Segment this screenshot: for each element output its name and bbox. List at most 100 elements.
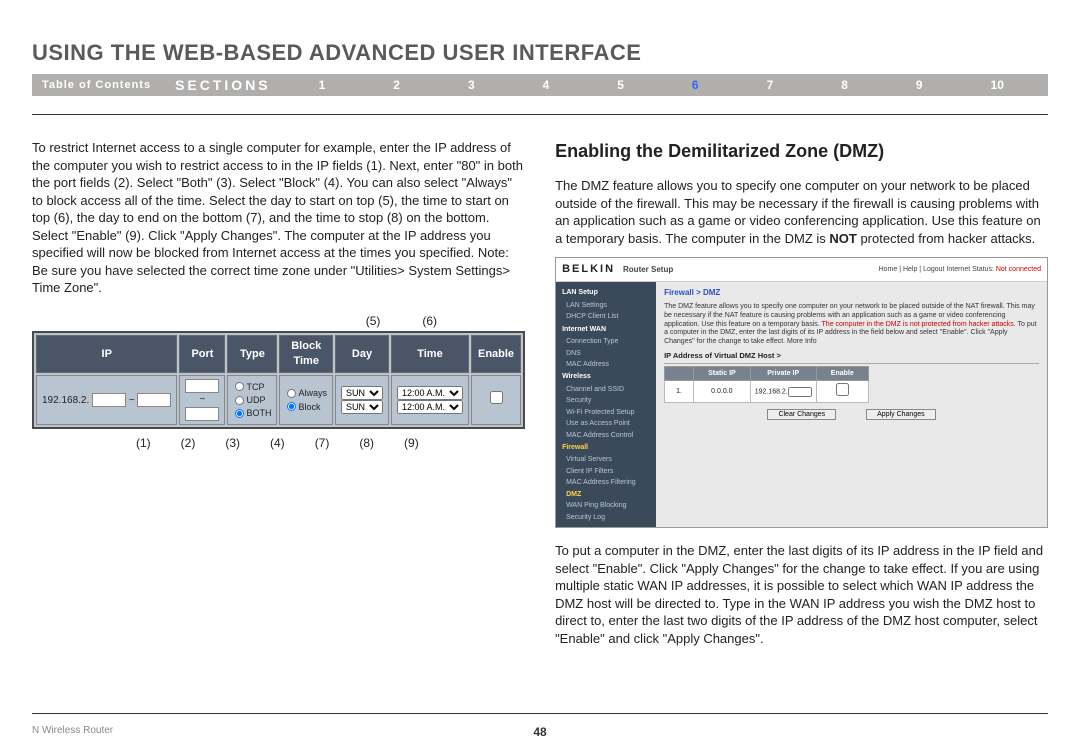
- always-radio[interactable]: [287, 389, 296, 398]
- type-tcp-radio[interactable]: [235, 382, 244, 391]
- callout-8: (8): [359, 435, 374, 451]
- th-blank: [665, 367, 694, 381]
- toc-link[interactable]: Table of Contents: [32, 79, 161, 91]
- static-ip-val: 0.0.0.0: [694, 381, 751, 402]
- always-label: Always: [298, 387, 327, 399]
- ip-filter-table: IP Port Type Block Time Day Time Enable …: [32, 331, 525, 429]
- type-both-radio[interactable]: [235, 409, 244, 418]
- nav-security[interactable]: Security: [556, 395, 656, 406]
- nav-mac-ctrl[interactable]: MAC Address Control: [556, 430, 656, 441]
- section-link-7[interactable]: 7: [767, 78, 774, 92]
- section-link-2[interactable]: 2: [393, 78, 400, 92]
- page-title: USING THE WEB-BASED ADVANCED USER INTERF…: [32, 40, 1048, 66]
- type-tcp-label: TCP: [246, 381, 264, 393]
- nav-ap[interactable]: Use as Access Point: [556, 418, 656, 429]
- nav-dmz[interactable]: DMZ: [556, 489, 656, 500]
- type-udp-radio[interactable]: [235, 396, 244, 405]
- nav-mac[interactable]: MAC Address: [556, 359, 656, 370]
- col-blocktime: Block Time: [279, 335, 333, 373]
- nav-wps[interactable]: Wi-Fi Protected Setup: [556, 407, 656, 418]
- section-link-5[interactable]: 5: [617, 78, 624, 92]
- nav-wan-ping[interactable]: WAN Ping Blocking: [556, 500, 656, 511]
- shot-header: BELKIN Router Setup Home | Help | Logout…: [556, 258, 1047, 282]
- time-start-select[interactable]: 12:00 A.M.: [397, 386, 463, 400]
- nav-mac-filter[interactable]: MAC Address Filtering: [556, 477, 656, 488]
- port-end-field[interactable]: [185, 407, 219, 421]
- sections-label: SECTIONS: [161, 77, 285, 93]
- time-cell: 12:00 A.M. 12:00 A.M.: [391, 375, 469, 426]
- section-navbar: Table of Contents SECTIONS 1 2 3 4 5 6 7…: [32, 74, 1048, 96]
- topright-links[interactable]: Home | Help | Logout Internet Status:: [879, 266, 996, 273]
- section-link-6[interactable]: 6: [692, 78, 699, 92]
- block-radio[interactable]: [287, 402, 296, 411]
- callout-3: (3): [225, 435, 240, 451]
- nav-lan-setup: LAN Setup: [556, 286, 656, 299]
- nav-channel-ssid[interactable]: Channel and SSID: [556, 384, 656, 395]
- section-link-8[interactable]: 8: [841, 78, 848, 92]
- enable-checkbox[interactable]: [490, 391, 503, 404]
- left-column: To restrict Internet access to a single …: [32, 139, 525, 657]
- client-ip-filter-figure: (5) (6) IP Port Type Block Time Day Time…: [32, 313, 525, 452]
- dmz-not: NOT: [829, 231, 856, 246]
- section-link-3[interactable]: 3: [468, 78, 475, 92]
- nav-dhcp-client[interactable]: DHCP Client List: [556, 311, 656, 322]
- nav-wireless: Wireless: [556, 370, 656, 383]
- footer-right: [1045, 725, 1048, 736]
- brand-label: BELKIN: [562, 262, 615, 277]
- shot-desc-warn: The computer in the DMZ is not protected…: [822, 321, 1016, 328]
- nav-internet-wan: Internet WAN: [556, 323, 656, 336]
- enable-cell: [471, 375, 521, 426]
- section-link-10[interactable]: 10: [991, 78, 1004, 92]
- apply-changes-button[interactable]: Apply Changes: [866, 409, 935, 420]
- port-start-field[interactable]: [185, 379, 219, 393]
- private-ip-cell: 192.168.2.: [750, 381, 816, 402]
- callout-9: (9): [404, 435, 419, 451]
- callout-6: (6): [422, 313, 437, 329]
- ip-end-field[interactable]: [137, 393, 171, 407]
- col-ip: IP: [36, 335, 177, 373]
- breadcrumb: Firewall > DMZ: [664, 288, 1039, 299]
- ip-start-field[interactable]: [92, 393, 126, 407]
- shot-sidebar: LAN Setup LAN Settings DHCP Client List …: [556, 282, 656, 527]
- nav-sec-log[interactable]: Security Log: [556, 512, 656, 523]
- footer: N Wireless Router 48: [32, 725, 1048, 736]
- section-numbers: 1 2 3 4 5 6 7 8 9 10: [285, 78, 1048, 92]
- footer-left: N Wireless Router: [32, 725, 113, 736]
- nav-client-ip[interactable]: Client IP Filters: [556, 466, 656, 477]
- col-type: Type: [227, 335, 277, 373]
- nav-dns[interactable]: DNS: [556, 348, 656, 359]
- divider-top: [32, 114, 1048, 115]
- port-cell: ~: [179, 375, 225, 426]
- nav-lan-settings[interactable]: LAN Settings: [556, 300, 656, 311]
- dmz-host-section: IP Address of Virtual DMZ Host >: [664, 351, 1039, 364]
- dmz-enable-checkbox[interactable]: [836, 383, 849, 396]
- shot-main: Firewall > DMZ The DMZ feature allows yo…: [656, 282, 1047, 527]
- block-label: Block: [298, 401, 320, 413]
- callout-2: (2): [181, 435, 196, 451]
- page-number: 48: [533, 725, 546, 739]
- th-enable: Enable: [816, 367, 868, 381]
- clear-changes-button[interactable]: Clear Changes: [767, 409, 836, 420]
- nav-conn-type[interactable]: Connection Type: [556, 336, 656, 347]
- col-time: Time: [391, 335, 469, 373]
- day-end-select[interactable]: SUN: [341, 400, 383, 414]
- brand-sub: Router Setup: [623, 265, 673, 276]
- router-dmz-screenshot: BELKIN Router Setup Home | Help | Logout…: [555, 257, 1048, 528]
- right-column: Enabling the Demilitarized Zone (DMZ) Th…: [555, 139, 1048, 657]
- time-end-select[interactable]: 12:00 A.M.: [397, 400, 463, 414]
- type-udp-label: UDP: [246, 394, 265, 406]
- nav-virtual-servers[interactable]: Virtual Servers: [556, 454, 656, 465]
- dmz-para1b: protected from hacker attacks.: [857, 231, 1035, 246]
- th-static: Static IP: [694, 367, 751, 381]
- dmz-para1: The DMZ feature allows you to specify on…: [555, 177, 1048, 247]
- day-start-select[interactable]: SUN: [341, 386, 383, 400]
- private-ip-prefix: 192.168.2.: [755, 388, 788, 395]
- dmz-heading: Enabling the Demilitarized Zone (DMZ): [555, 139, 1048, 163]
- col-enable: Enable: [471, 335, 521, 373]
- section-link-4[interactable]: 4: [543, 78, 550, 92]
- section-link-9[interactable]: 9: [916, 78, 923, 92]
- internet-status: Not connected: [996, 266, 1041, 273]
- callout-4: (4): [270, 435, 285, 451]
- section-link-1[interactable]: 1: [319, 78, 326, 92]
- private-ip-field[interactable]: [788, 387, 812, 397]
